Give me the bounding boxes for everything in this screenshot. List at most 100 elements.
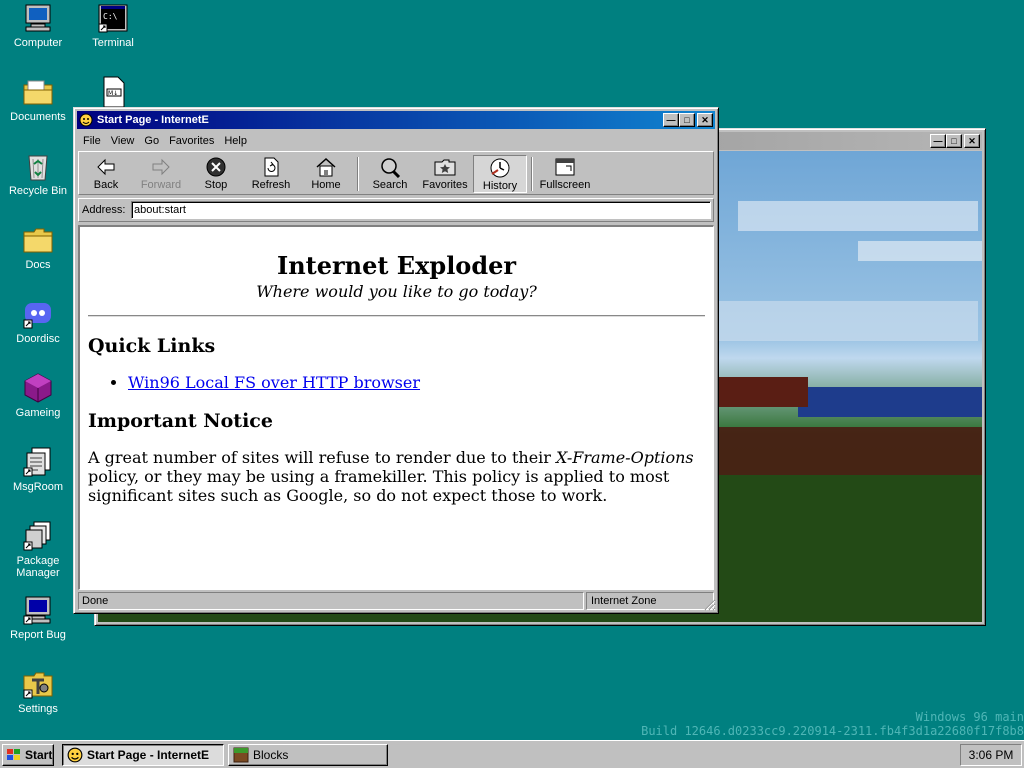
desktop-icon-package-manager[interactable]: Package Manager bbox=[1, 520, 75, 579]
watermark-line: Windows 96 main bbox=[915, 710, 1024, 724]
history-label: History bbox=[482, 180, 518, 192]
favorites-label: Favorites bbox=[422, 179, 468, 191]
divider bbox=[88, 315, 705, 317]
fullscreen-label: Fullscreen bbox=[539, 179, 591, 191]
refresh-icon bbox=[259, 156, 283, 178]
desktop-icon-report-bug[interactable]: Report Bug bbox=[1, 594, 75, 641]
folder-icon bbox=[22, 224, 54, 256]
desktop-icon-label: Documents bbox=[10, 111, 66, 123]
back-arrow-icon bbox=[94, 156, 118, 178]
close-button[interactable]: ✕ bbox=[697, 113, 713, 127]
settings-icon bbox=[22, 668, 54, 700]
address-bar: Address: about:start bbox=[78, 198, 714, 222]
notice-text: A great number of sites will refuse to r… bbox=[88, 448, 557, 467]
maximize-button[interactable]: □ bbox=[679, 113, 695, 127]
desktop-icon-msgroom[interactable]: MsgRoom bbox=[1, 446, 75, 493]
desktop-icon-recycle-bin[interactable]: Recycle Bin bbox=[1, 150, 75, 197]
menu-bar: File View Go Favorites Help bbox=[78, 132, 714, 150]
page-heading: Internet Exploder bbox=[276, 251, 517, 280]
doordisc-icon bbox=[22, 298, 54, 330]
taskbar-item-label: Start Page - InternetE bbox=[87, 748, 210, 762]
desktop-icon-label: Docs bbox=[25, 259, 51, 271]
watermark-line: Build 12646.d0233cc9.220914-2311.fb4f3d1… bbox=[641, 724, 1024, 738]
notice-paragraph: A great number of sites will refuse to r… bbox=[88, 448, 705, 505]
menu-file[interactable]: File bbox=[78, 135, 106, 147]
status-bar: Done Internet Zone bbox=[78, 592, 714, 610]
toolbar-separator bbox=[531, 157, 533, 191]
address-label: Address: bbox=[82, 204, 126, 216]
taskbar-item-browser[interactable]: Start Page - InternetE bbox=[62, 744, 224, 766]
cliff bbox=[718, 427, 982, 475]
status-text: Done bbox=[78, 592, 584, 610]
terminal-icon: C:\ bbox=[97, 2, 129, 34]
desktop-icon-computer[interactable]: Computer bbox=[1, 2, 75, 49]
desktop-icon-label: Settings bbox=[18, 703, 58, 715]
grass-block-icon bbox=[233, 747, 249, 763]
maximize-button[interactable]: □ bbox=[946, 134, 962, 148]
desktop-icon-label: Recycle Bin bbox=[8, 185, 68, 197]
page-subtitle: Where would you like to go today? bbox=[256, 282, 537, 301]
history-button[interactable]: History bbox=[473, 155, 527, 193]
menu-favorites[interactable]: Favorites bbox=[164, 135, 219, 147]
toolbar-separator bbox=[357, 157, 359, 191]
minimize-button[interactable]: — bbox=[663, 113, 679, 127]
close-button[interactable]: ✕ bbox=[964, 134, 980, 148]
menu-help[interactable]: Help bbox=[219, 135, 252, 147]
address-input[interactable]: about:start bbox=[131, 201, 711, 219]
folder-icon bbox=[22, 76, 54, 108]
quick-links-list: Win96 Local FS over HTTP browser bbox=[88, 373, 705, 392]
stop-label: Stop bbox=[204, 179, 228, 191]
cloud bbox=[858, 241, 982, 261]
desktop-icon-file[interactable]: M↓ bbox=[76, 76, 150, 111]
menu-view[interactable]: View bbox=[106, 135, 140, 147]
resize-grip-icon[interactable] bbox=[704, 599, 716, 611]
home-label: Home bbox=[311, 179, 341, 191]
taskbar-item-blocks[interactable]: Blocks bbox=[228, 744, 388, 766]
markdown-file-icon: M↓ bbox=[97, 76, 129, 108]
desktop-icon-docs[interactable]: Docs bbox=[1, 224, 75, 271]
desktop-icon-doordisc[interactable]: Doordisc bbox=[1, 298, 75, 345]
stop-button[interactable]: Stop bbox=[189, 155, 243, 193]
forward-label: Forward bbox=[140, 179, 182, 191]
forward-button[interactable]: Forward bbox=[134, 155, 188, 193]
desktop-icon-terminal[interactable]: C:\ Terminal bbox=[76, 2, 150, 49]
forward-arrow-icon bbox=[149, 156, 173, 178]
stop-icon bbox=[204, 156, 228, 178]
build-watermark: Windows 96 main Build 12646.d0233cc9.220… bbox=[641, 710, 1024, 738]
back-label: Back bbox=[93, 179, 119, 191]
recycle-bin-icon bbox=[22, 150, 54, 182]
svg-text:M↓: M↓ bbox=[108, 90, 118, 97]
back-button[interactable]: Back bbox=[79, 155, 133, 193]
refresh-label: Refresh bbox=[251, 179, 291, 191]
history-icon bbox=[488, 157, 512, 179]
taskbar: Start Start Page - InternetE Blocks 3:06… bbox=[0, 740, 1024, 768]
home-icon bbox=[314, 156, 338, 178]
report-bug-icon bbox=[22, 594, 54, 626]
desktop-icon-label: Terminal bbox=[92, 37, 134, 49]
cloud bbox=[738, 201, 978, 231]
desktop-icon-label: Computer bbox=[13, 37, 63, 49]
start-button[interactable]: Start bbox=[2, 744, 54, 766]
browser-app-icon bbox=[79, 113, 93, 127]
desktop-icon-settings[interactable]: Settings bbox=[1, 668, 75, 715]
status-zone: Internet Zone bbox=[586, 592, 714, 610]
fullscreen-icon bbox=[553, 156, 577, 178]
menu-go[interactable]: Go bbox=[139, 135, 164, 147]
refresh-button[interactable]: Refresh bbox=[244, 155, 298, 193]
browser-title: Start Page - InternetE bbox=[97, 114, 209, 126]
notice-emphasis: X-Frame-Options bbox=[556, 448, 694, 467]
fullscreen-button[interactable]: Fullscreen bbox=[537, 155, 593, 193]
minimize-button[interactable]: — bbox=[930, 134, 946, 148]
cloud bbox=[718, 301, 978, 341]
home-button[interactable]: Home bbox=[299, 155, 353, 193]
browser-titlebar[interactable]: Start Page - InternetE — □ ✕ bbox=[77, 111, 715, 129]
desktop-icon-label: Report Bug bbox=[10, 629, 66, 641]
search-icon bbox=[378, 156, 402, 178]
desktop-icon-gameing[interactable]: Gameing bbox=[1, 372, 75, 419]
system-tray-clock[interactable]: 3:06 PM bbox=[960, 744, 1022, 766]
favorites-button[interactable]: Favorites bbox=[418, 155, 472, 193]
desktop-icon-documents[interactable]: Documents bbox=[1, 76, 75, 123]
browser-window[interactable]: Start Page - InternetE — □ ✕ File View G… bbox=[73, 107, 719, 614]
search-button[interactable]: Search bbox=[363, 155, 417, 193]
local-fs-link[interactable]: Win96 Local FS over HTTP browser bbox=[128, 373, 420, 392]
